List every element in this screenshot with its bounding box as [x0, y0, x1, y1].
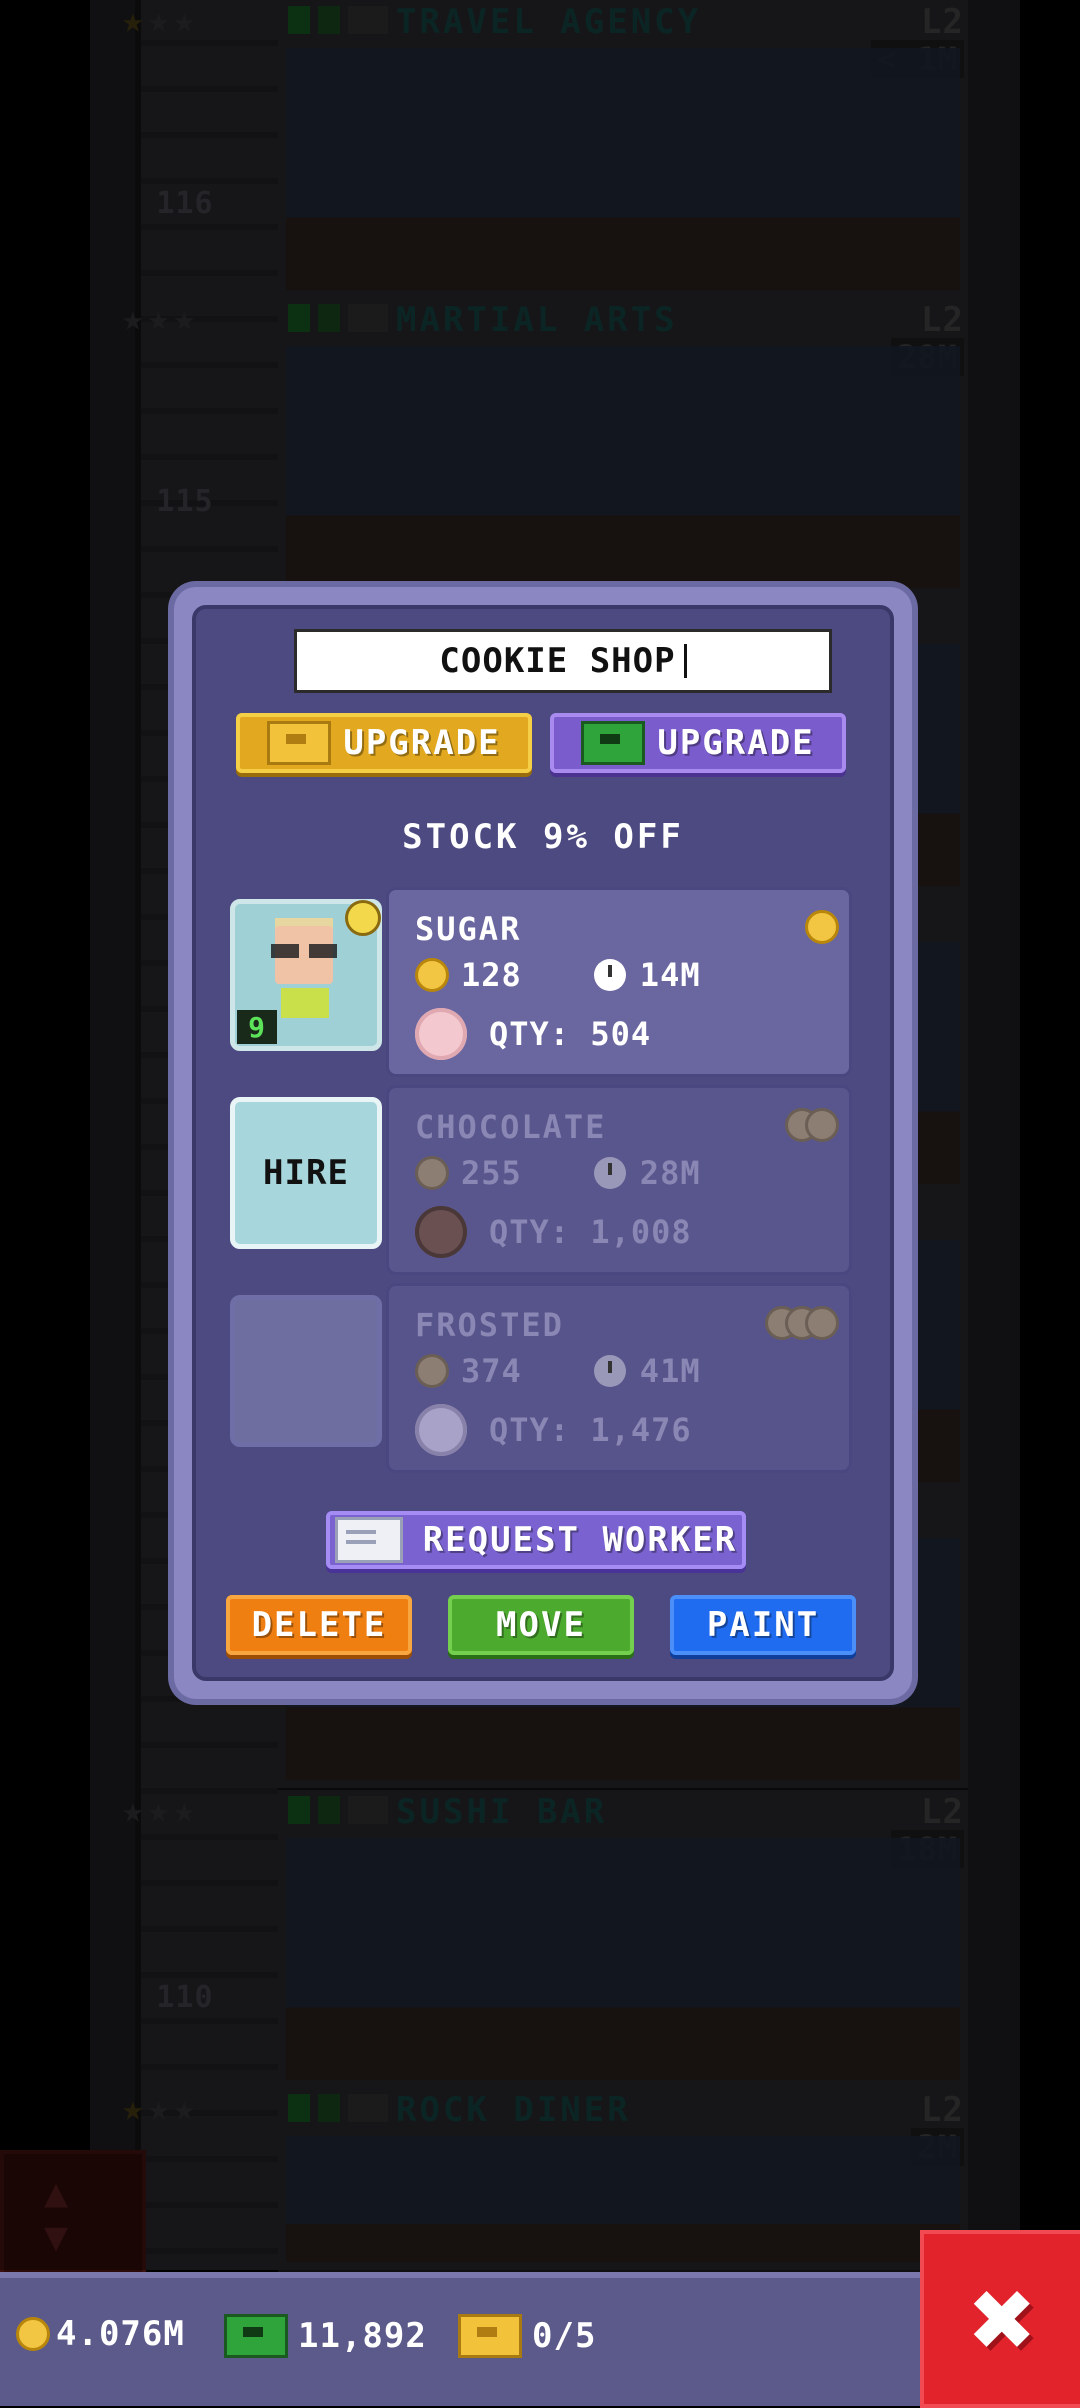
- coin-icon: [805, 1108, 839, 1142]
- stock-qty: QTY: 504: [489, 1015, 652, 1053]
- tower-bux-icon: [224, 2314, 288, 2358]
- neutral-mood-icon: [345, 900, 381, 936]
- tickets-value: 0/5: [532, 2316, 597, 2356]
- floor-name-input[interactable]: COOKIE SHOP: [294, 629, 832, 693]
- delete-button[interactable]: DELETE: [226, 1595, 412, 1655]
- stock-cost: 374: [461, 1352, 522, 1390]
- coin-icon: [415, 958, 449, 992]
- clock-icon: [593, 1355, 626, 1387]
- worker-slot-1[interactable]: 9: [230, 899, 382, 1051]
- coin-icon: [415, 1354, 449, 1388]
- stock-qty: QTY: 1,008: [489, 1213, 692, 1251]
- bux-value: 11,892: [298, 2316, 427, 2356]
- tower-bux-icon: [581, 721, 646, 765]
- clock-icon: [593, 959, 626, 991]
- paint-button[interactable]: PAINT: [670, 1595, 856, 1655]
- stock-tier-coins: [765, 1306, 839, 1340]
- stock-card-sugar[interactable]: SUGAR 128 14M QTY: 504: [386, 887, 852, 1077]
- floor-name-text: COOKIE SHOP: [439, 641, 676, 681]
- stock-tier-coins: [805, 910, 839, 944]
- upgrade-bux-button[interactable]: UPGRADE: [550, 713, 846, 773]
- upgrade-coins-button[interactable]: UPGRADE: [236, 713, 532, 773]
- stock-qty: QTY: 1,476: [489, 1411, 692, 1449]
- request-worker-button[interactable]: REQUEST WORKER: [326, 1511, 746, 1569]
- worker-skill-badge: 9: [237, 1010, 277, 1044]
- coin-icon: [415, 1156, 449, 1190]
- upgrade-coins-label: UPGRADE: [343, 723, 501, 763]
- request-worker-label: REQUEST WORKER: [422, 1520, 738, 1560]
- upgrade-bux-label: UPGRADE: [657, 723, 815, 763]
- tickets-counter[interactable]: 0/5: [458, 2314, 596, 2358]
- coin-icon: [805, 1306, 839, 1340]
- stock-tier-coins: [785, 1108, 839, 1142]
- stock-time: 28M: [639, 1154, 701, 1192]
- stock-name: SUGAR: [415, 910, 522, 948]
- frosted-cookie-icon: [415, 1404, 467, 1456]
- glasses-icon: [271, 944, 337, 958]
- stock-time: 41M: [639, 1352, 701, 1390]
- hire-label: HIRE: [263, 1153, 349, 1193]
- close-icon: ✖: [970, 2255, 1038, 2383]
- dialog-panel: COOKIE SHOP UPGRADE UPGRADE STOCK 9% OFF…: [192, 605, 894, 1681]
- bux-counter[interactable]: 11,892: [224, 2314, 427, 2358]
- stock-time: 14M: [639, 956, 701, 994]
- stock-card-frosted[interactable]: FROSTED 374 41M QTY: 1,476: [386, 1283, 852, 1473]
- clock-icon: [593, 1157, 626, 1189]
- stock-name: CHOCOLATE: [415, 1108, 607, 1146]
- sugar-cookie-icon: [415, 1008, 467, 1060]
- chocolate-cookie-icon: [415, 1206, 467, 1258]
- coins-counter[interactable]: 4.076M: [16, 2314, 185, 2354]
- worker-body: [281, 988, 329, 1018]
- currency-bar: 4.076M 11,892 0/5: [0, 2272, 1080, 2406]
- stock-name: FROSTED: [415, 1306, 564, 1344]
- coins-value: 4.076M: [56, 2314, 185, 2354]
- hire-button[interactable]: HIRE: [230, 1097, 382, 1249]
- stock-discount-text: STOCK 9% OFF: [402, 817, 684, 857]
- stock-cost: 255: [461, 1154, 522, 1192]
- stock-cost: 128: [461, 956, 522, 994]
- coin-icon: [16, 2317, 50, 2351]
- worker-slot-locked: [230, 1295, 382, 1447]
- stock-card-chocolate[interactable]: CHOCOLATE 255 28M QTY: 1,008: [386, 1085, 852, 1275]
- move-button[interactable]: MOVE: [448, 1595, 634, 1655]
- envelope-icon: [334, 1517, 403, 1563]
- close-button[interactable]: ✖: [920, 2230, 1080, 2408]
- text-caret: [683, 644, 687, 678]
- floor-dialog: COOKIE SHOP UPGRADE UPGRADE STOCK 9% OFF…: [174, 587, 912, 1699]
- golden-ticket-icon: [458, 2314, 522, 2358]
- coin-icon: [805, 910, 839, 944]
- golden-ticket-icon: [267, 721, 332, 765]
